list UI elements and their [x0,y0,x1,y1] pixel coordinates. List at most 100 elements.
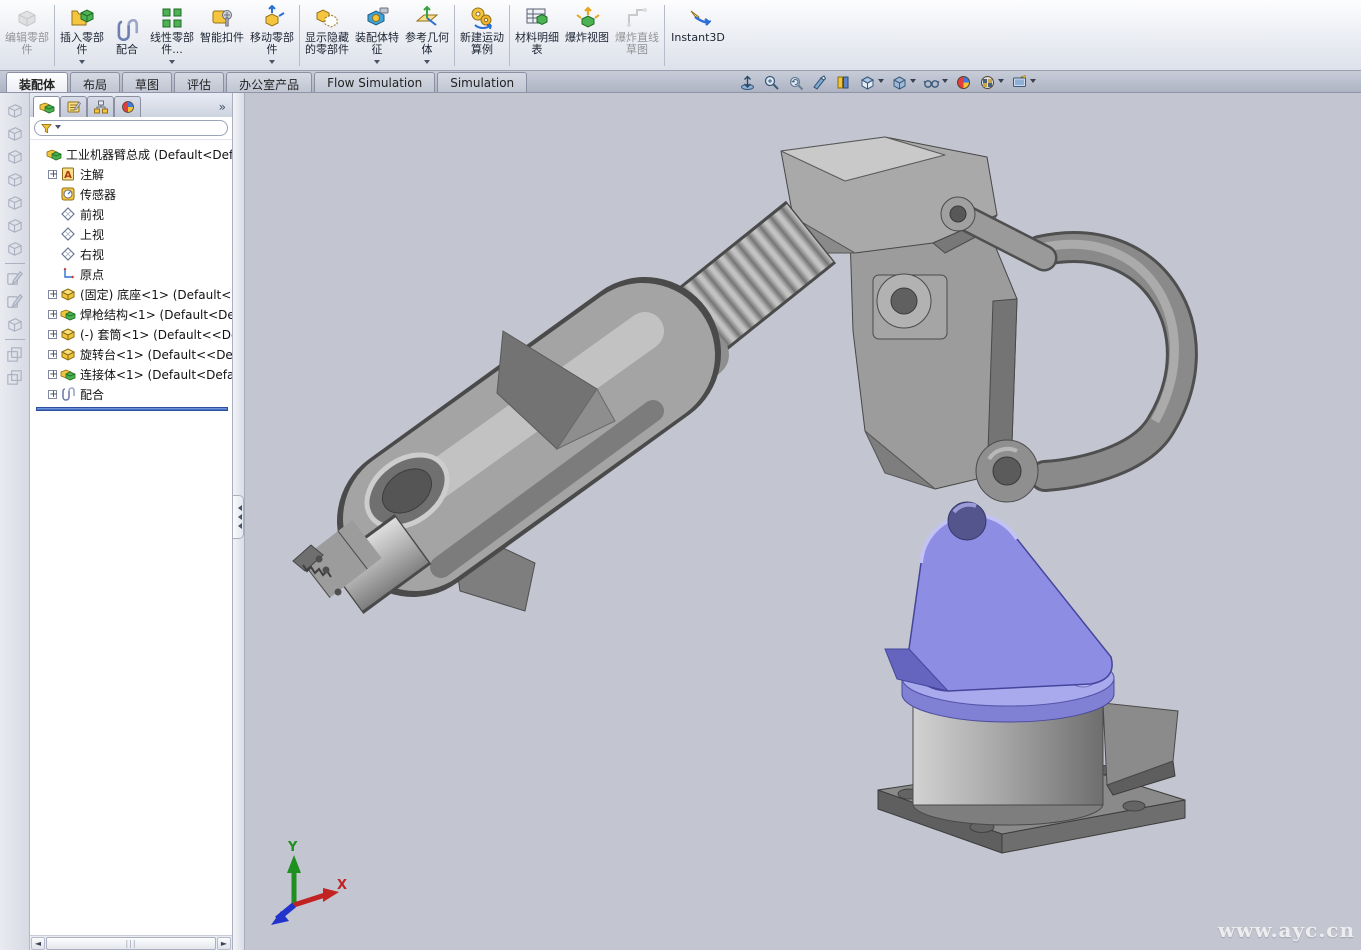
scrollbar-thumb[interactable]: ||| [46,937,216,950]
front-view-cube-icon[interactable] [3,99,27,122]
mate-button[interactable]: 配合 [107,1,147,70]
dropdown-arrow-icon[interactable] [998,79,1004,86]
propertymanager-tab[interactable] [60,96,87,117]
tab-evaluate[interactable]: 评估 [174,72,224,92]
dropdown-arrow-icon[interactable] [424,60,430,67]
rollback-bar[interactable] [36,407,228,411]
tree-item-component-connector[interactable]: 连接体<1> (Default<Defaul [32,364,232,384]
display-style-button[interactable] [889,73,918,92]
wrist-torch-mount[interactable] [293,539,413,596]
configurationmanager-tab[interactable] [87,96,114,117]
tab-assembly[interactable]: 装配体 [6,72,68,92]
tree-root-assembly[interactable]: 工业机器臂总成 (Default<Defa [32,144,232,164]
view-selector-button[interactable] [833,73,854,92]
tree-item-sensors[interactable]: 传感器 [32,184,232,204]
button-label: 爆炸直线草图 [614,32,660,56]
tree-item-component-sleeve[interactable]: (-) 套筒<1> (Default<<Def [32,324,232,344]
section-view-button[interactable] [809,73,830,92]
insert-component-icon [69,5,95,31]
curved-link-lug[interactable] [976,440,1038,502]
dropdown-arrow-icon[interactable] [269,60,275,67]
dropdown-arrow-icon[interactable] [878,79,884,86]
splitter-collapse-handle[interactable] [233,495,244,539]
dropdown-arrow-icon[interactable] [55,125,61,132]
panel-tab-overflow-chevron[interactable]: » [219,100,230,117]
tab-sketch[interactable]: 草图 [122,72,172,92]
isometric-view-icon[interactable] [3,237,27,260]
dropdown-arrow-icon[interactable] [1030,79,1036,86]
panel-splitter[interactable] [233,93,245,950]
edit-component-button[interactable]: 编辑零部件 [2,1,52,70]
tab-office-products[interactable]: 办公室产品 [226,72,312,92]
button-label: 显示隐藏的零部件 [304,32,350,56]
back-view-cube-icon[interactable] [3,122,27,145]
graphics-viewport[interactable]: Y X www.ayc.cn [245,93,1361,950]
expand-plus-icon[interactable] [48,390,57,399]
expand-plus-icon[interactable] [48,330,57,339]
expand-plus-icon[interactable] [48,370,57,379]
hide-show-items-button[interactable] [921,73,950,92]
bottom-view-cube-icon[interactable] [3,214,27,237]
sketch-pencil-icon[interactable] [3,267,27,290]
tree-item-mates[interactable]: 配合 [32,384,232,404]
tab-flow-simulation[interactable]: Flow Simulation [314,72,435,92]
view-settings-button[interactable] [1009,73,1038,92]
expand-plus-icon[interactable] [48,350,57,359]
layered-squares-icon[interactable] [3,343,27,366]
featuremanager-design-tree-tab[interactable] [33,96,60,117]
robot-arm-model[interactable]: Y X [245,93,1361,950]
bill-of-materials-button[interactable]: 材料明细表 [512,1,562,70]
linear-component-pattern-button[interactable]: 线性零部件... [147,1,197,70]
reference-geometry-button[interactable]: 参考几何体 [402,1,452,70]
tree-item-component-torch-structure[interactable]: 焊枪结构<1> (Default<Defa [32,304,232,324]
scroll-left-arrow-icon[interactable]: ◄ [31,937,45,950]
tab-layout[interactable]: 布局 [70,72,120,92]
instant3d-button[interactable]: Instant3D [667,1,729,70]
layered-squares-icon-2[interactable] [3,366,27,389]
tab-simulation[interactable]: Simulation [437,72,527,92]
left-view-cube-icon[interactable] [3,145,27,168]
panel-horizontal-scrollbar[interactable]: ◄ ||| ► [30,935,232,950]
dropdown-arrow-icon[interactable] [942,79,948,86]
exploded-view-button[interactable]: 爆炸视图 [562,1,612,70]
dropdown-arrow-icon[interactable] [79,60,85,67]
tree-item-annotations[interactable]: A 注解 [32,164,232,184]
scroll-right-arrow-icon[interactable]: ► [217,937,231,950]
smart-fasteners-button[interactable]: 智能扣件 [197,1,247,70]
view-settings-icon [1011,74,1028,91]
dropdown-arrow-icon[interactable] [910,79,916,86]
view-orientation-icon [859,74,876,91]
tree-item-right-plane[interactable]: 右视 [32,244,232,264]
assembly-features-button[interactable]: 装配体特征 [352,1,402,70]
view-orientation-button[interactable] [857,73,886,92]
insert-component-button[interactable]: 插入零部件 [57,1,107,70]
top-view-cube-icon[interactable] [3,191,27,214]
show-hidden-components-button[interactable]: 显示隐藏的零部件 [302,1,352,70]
zoom-to-area-button[interactable] [761,73,782,92]
tree-item-component-base[interactable]: (固定) 底座<1> (Default<<D [32,284,232,304]
swivel-bracket-blue[interactable] [885,502,1112,691]
tree-item-top-plane[interactable]: 上视 [32,224,232,244]
explode-line-sketch-button[interactable]: 爆炸直线草图 [612,1,662,70]
dropdown-arrow-icon[interactable] [374,60,380,67]
displaymanager-tab[interactable] [114,96,141,117]
move-component-button[interactable]: 移动零部件 [247,1,297,70]
dropdown-arrow-icon[interactable] [169,60,175,67]
right-view-cube-icon[interactable] [3,168,27,191]
move-with-triad-icon[interactable] [3,313,27,336]
new-motion-study-button[interactable]: 新建运动算例 [457,1,507,70]
expand-plus-icon[interactable] [48,310,57,319]
tree-item-origin[interactable]: 原点 [32,264,232,284]
expand-plus-icon[interactable] [48,170,57,179]
apply-scene-button[interactable] [977,73,1006,92]
previous-view-button[interactable] [785,73,806,92]
tree-item-component-rotary-table[interactable]: 旋转台<1> (Default<<Defa [32,344,232,364]
base-side-bracket[interactable] [1103,703,1178,795]
3d-sketch-pencil-icon[interactable] [3,290,27,313]
expand-plus-icon[interactable] [48,290,57,299]
tree-filter-input[interactable] [34,120,228,136]
zoom-to-fit-button[interactable] [737,73,758,92]
tree-item-front-plane[interactable]: 前视 [32,204,232,224]
curved-link-arm[interactable] [1040,244,1182,476]
edit-appearance-button[interactable] [953,73,974,92]
